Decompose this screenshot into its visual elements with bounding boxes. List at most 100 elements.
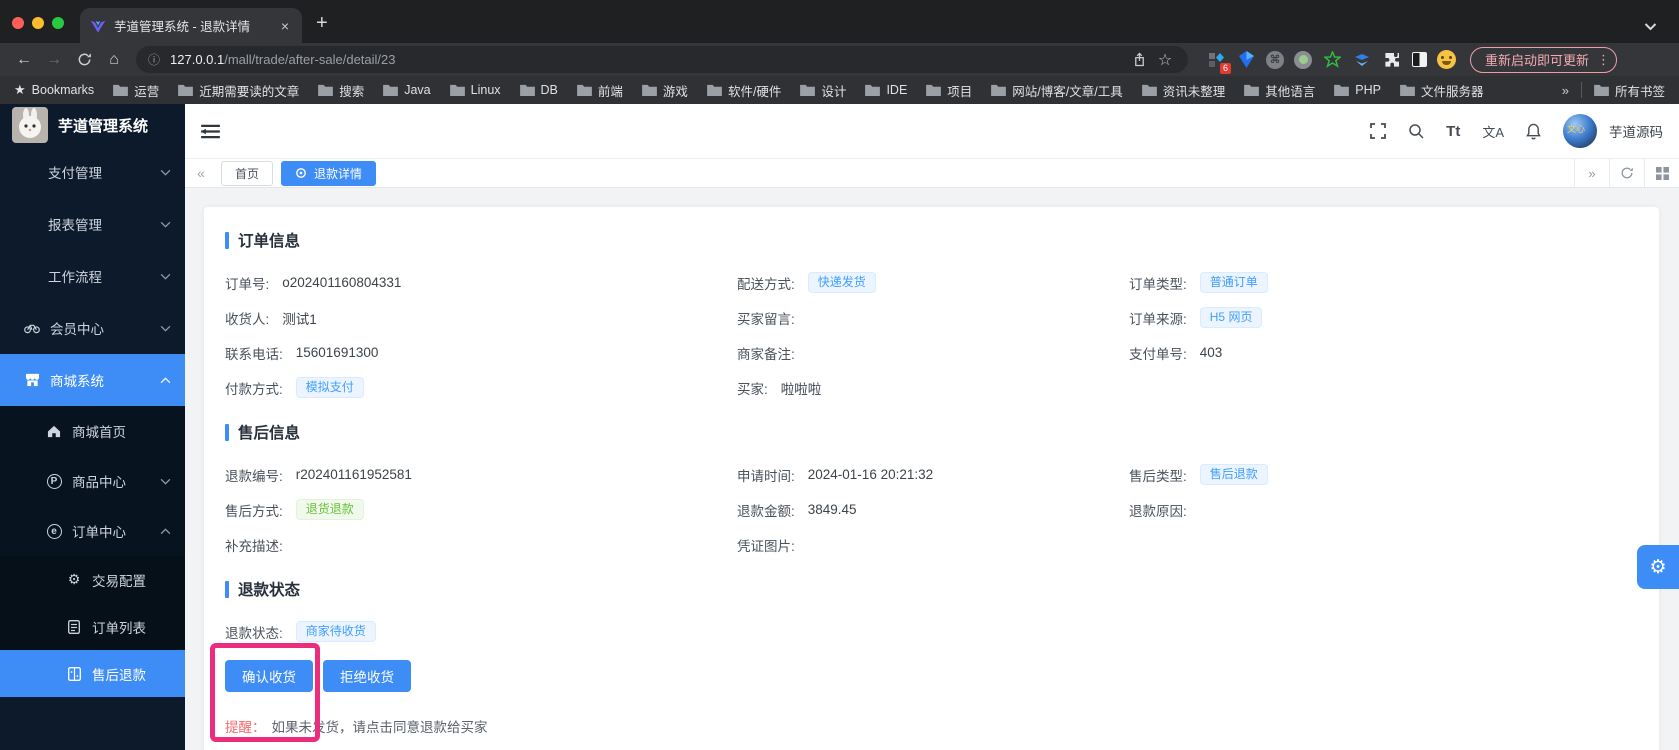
update-browser-button[interactable]: 重新启动即可更新 ⋮ [1470,47,1617,73]
ext-tasks-icon[interactable]: 6 [1206,50,1226,70]
field-aftersale-method: 售后方式:退货退款 [225,492,737,527]
folder-icon [1334,84,1349,96]
field-proof-images: 凭证图片: [737,527,1129,562]
address-bar[interactable]: ⓘ 127.0.0.1/mall/trade/after-sale/detail… [136,46,1188,73]
shop-icon [24,372,40,388]
language-icon[interactable]: 文A [1482,122,1504,141]
folder-icon [113,84,128,96]
bookmark-folder[interactable]: 文件服务器 [1400,81,1484,100]
app-logo[interactable]: 芋道管理系统 [0,104,185,146]
confirm-receipt-button[interactable]: 确认收货 [225,660,313,692]
sidebar-item-mall[interactable]: 商城系统 [0,354,185,406]
bookmark-folder[interactable]: 游戏 [642,81,688,100]
eye-icon [295,167,307,179]
sidebar-item-member[interactable]: 会员中心 [0,302,185,354]
fullscreen-icon[interactable] [1370,123,1386,139]
url-text[interactable]: 127.0.0.1/mall/trade/after-sale/detail/2… [170,52,1126,67]
bell-icon[interactable] [1526,123,1541,140]
share-icon[interactable] [1126,48,1152,72]
bookmark-folder[interactable]: PHP [1334,83,1381,97]
field-phone: 联系电话:15601691300 [225,335,737,370]
search-icon[interactable] [1408,123,1424,139]
divider [1581,82,1582,98]
field-payment-no: 支付单号:403 [1129,335,1637,370]
browser-tab[interactable]: 芋道管理系统 - 退款详情 × [80,8,302,43]
update-label: 重新启动即可更新 [1485,50,1589,69]
sidebar-item-workflow[interactable]: 工作流程 [0,250,185,302]
settings-fab[interactable]: ⚙ [1637,545,1679,589]
folder-icon [520,84,535,96]
field-refund-reason: 退款原因: [1129,492,1637,527]
bookmark-star-icon[interactable]: ☆ [1152,48,1178,72]
zoom-window-button[interactable] [52,17,64,29]
bookmark-folder[interactable]: IDE [865,83,907,97]
site-info-icon[interactable]: ⓘ [148,51,160,68]
sidebar-item-order-list[interactable]: 订单列表 [0,603,185,650]
bookmark-folder[interactable]: 运营 [113,81,159,100]
forward-icon[interactable]: → [40,47,68,73]
sidebar-item-aftersale-refund[interactable]: 售后退款 [0,650,185,697]
ext-recorder-icon[interactable] [1294,51,1312,69]
bookmark-folder[interactable]: Java [383,83,430,97]
bookmark-folder[interactable]: 前端 [577,81,623,100]
ext-command-icon[interactable]: ⌘ [1266,51,1284,69]
layout-grid-icon[interactable] [1644,159,1679,187]
url-path: /mall/trade/after-sale/detail/23 [224,52,395,67]
bookmark-folder[interactable]: DB [520,83,558,97]
font-size-icon[interactable]: Tt [1446,123,1460,140]
refresh-page-icon[interactable] [1609,159,1644,187]
tab-search-icon[interactable] [1644,22,1657,31]
window-controls[interactable] [0,17,80,43]
favicon-icon [90,18,106,34]
close-tab-icon[interactable]: × [278,18,292,34]
tab-refund-detail[interactable]: 退款详情 [281,161,376,186]
bookmark-folder[interactable]: Linux [450,83,501,97]
all-bookmarks-folder[interactable]: 所有书签 [1594,81,1665,100]
status-badge: 快递发货 [808,272,876,294]
tab-home[interactable]: 首页 [221,161,273,186]
reject-receipt-button[interactable]: 拒绝收货 [323,660,411,692]
bookmark-folder[interactable]: 近期需要读的文章 [178,81,299,100]
reload-icon[interactable] [70,47,98,73]
ext-layers-icon[interactable] [1352,50,1372,70]
bookmark-folder[interactable]: 资讯未整理 [1142,81,1226,100]
bookmark-folder[interactable]: 网站/博客/文章/工具 [991,81,1122,100]
dark-reader-icon[interactable] [1412,52,1427,67]
browser-menu-icon[interactable]: ⋮ [1597,52,1610,68]
bookmark-folder[interactable]: 项目 [926,81,972,100]
sidebar-item-mall-home[interactable]: 商城首页 [0,406,185,456]
close-window-button[interactable] [12,17,24,29]
sidebar-item-trade-config[interactable]: ⚙ 交易配置 [0,556,185,603]
action-buttons: 确认收货 拒绝收货 [225,660,1637,692]
sidebar-item-order-center[interactable]: e 订单中心 [0,506,185,556]
back-icon[interactable]: ← [10,47,38,73]
new-tab-button[interactable]: + [316,12,328,35]
app-header: Tt 文A 芋道源码 [185,104,1679,158]
field-payment-method: 付款方式:模拟支付 [225,370,737,405]
sidebar-item-payment[interactable]: 支付管理 [0,146,185,198]
folder-icon [642,84,657,96]
ext-kite-icon[interactable] [1236,50,1256,70]
sidebar-item-product-center[interactable]: P 商品中心 [0,456,185,506]
profile-avatar-icon[interactable] [1437,50,1456,69]
mall-submenu: 商城首页 P 商品中心 e 订单中心 ⚙ 交易配置 订单列表 [0,406,185,697]
bookmark-folder[interactable]: 其他语言 [1244,81,1315,100]
collapse-sidebar-icon[interactable] [201,124,220,139]
folder-icon [450,84,465,96]
chevron-down-icon [160,221,171,228]
extensions-puzzle-icon[interactable] [1382,50,1402,70]
bookmarks-manager[interactable]: ★Bookmarks [14,82,94,98]
folder-icon [577,84,592,96]
browser-toolbar: ← → ⌂ ⓘ 127.0.0.1/mall/trade/after-sale/… [0,43,1679,76]
home-icon[interactable]: ⌂ [100,47,128,73]
bookmark-folder[interactable]: 软件/硬件 [707,81,781,100]
bookmark-folder[interactable]: 设计 [800,81,846,100]
bookmarks-overflow-icon[interactable]: » [1562,83,1569,98]
minimize-window-button[interactable] [32,17,44,29]
bookmark-folder[interactable]: 搜索 [318,81,364,100]
tabs-scroll-left-icon[interactable]: « [185,159,217,187]
ext-star-icon[interactable] [1322,50,1342,70]
user-avatar[interactable] [1563,114,1597,148]
sidebar-item-report[interactable]: 报表管理 [0,198,185,250]
tabs-scroll-right-icon[interactable]: » [1574,159,1609,187]
